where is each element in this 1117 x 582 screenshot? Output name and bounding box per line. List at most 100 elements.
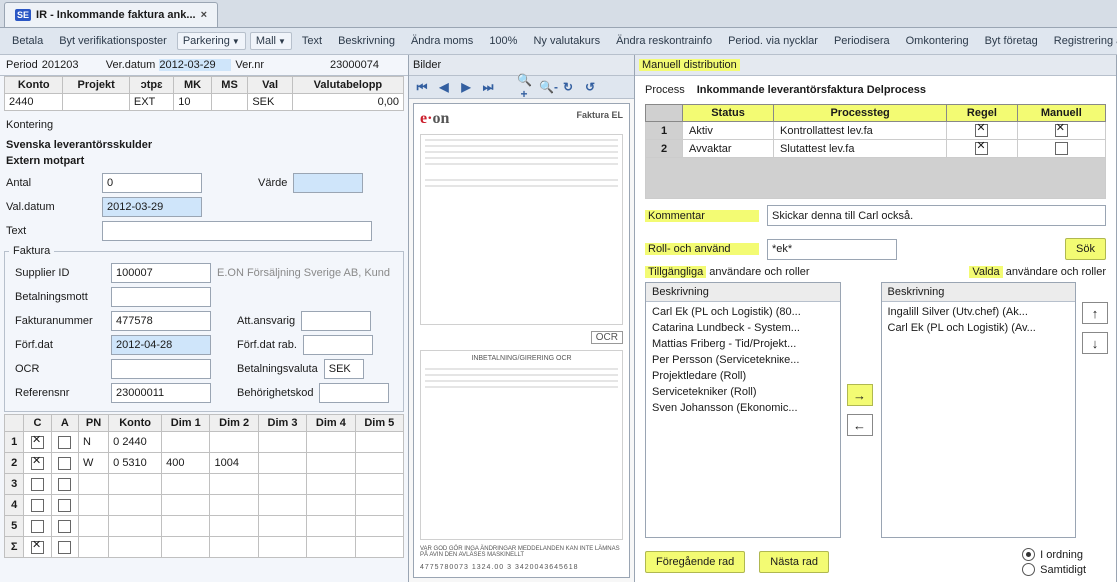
invoice-preview[interactable]: e·on Faktura EL OCR INBETALNING/GIRERING… (413, 103, 630, 578)
menu-registrering-av-doku[interactable]: Registrering av doku (1048, 32, 1117, 50)
ref-field[interactable]: 23000011 (111, 383, 211, 403)
list-item[interactable]: Mattias Friberg - Tid/Projekt... (646, 336, 840, 352)
list-item[interactable]: Carl Ek (PL och Logistik) (80... (646, 304, 840, 320)
move-up-button[interactable]: ↑ (1082, 302, 1108, 324)
next-row-button[interactable]: Nästa rad (759, 551, 829, 573)
list-item[interactable]: Carl Ek (PL och Logistik) (Av... (882, 320, 1076, 336)
menu-100-[interactable]: 100% (483, 32, 523, 50)
forfrab-field[interactable] (303, 335, 373, 355)
list-item[interactable]: Per Persson (Servicetekniке... (646, 352, 840, 368)
checkbox[interactable] (1055, 142, 1068, 155)
move-down-button[interactable]: ↓ (1082, 332, 1108, 354)
rotate-right-icon[interactable]: ↻ (561, 80, 575, 94)
prev-icon[interactable]: ◀ (437, 80, 451, 94)
zoom-out-icon[interactable]: 🔍- (539, 80, 553, 94)
konto-cell-otp[interactable]: EXT (129, 94, 173, 111)
step-row[interactable]: 2AvvaktarSlutattest lev.fa (646, 140, 1106, 158)
menu--ndra-reskontrainfo[interactable]: Ändra reskontrainfo (610, 32, 718, 50)
checkbox[interactable] (1055, 124, 1068, 137)
table-row[interactable]: 2W0 53104001004 (5, 453, 404, 474)
ref-label: Referensnr (15, 387, 105, 399)
valdatum-field[interactable]: 2012-03-29 (102, 197, 202, 217)
last-icon[interactable]: ⏭ (481, 80, 495, 95)
konto-cell-ms[interactable] (211, 94, 248, 111)
checkbox[interactable] (31, 520, 44, 533)
menu-mall[interactable]: Mall▼ (250, 32, 292, 50)
checkbox[interactable] (975, 124, 988, 137)
invoice-logo: e·on (420, 110, 449, 128)
betval-field[interactable]: SEK (324, 359, 364, 379)
checkbox[interactable] (58, 520, 71, 533)
checkbox[interactable] (31, 478, 44, 491)
list-item[interactable]: Projektledare (Roll) (646, 368, 840, 384)
forf-field[interactable]: 2012-04-28 (111, 335, 211, 355)
ocr-field[interactable] (111, 359, 211, 379)
vernr-field[interactable]: 23000074 (330, 59, 402, 71)
konto-cell-belopp[interactable]: 0,00 (292, 94, 403, 111)
period-field[interactable]: 201203 (42, 59, 102, 71)
menu-periodisera[interactable]: Periodisera (828, 32, 896, 50)
betmott-field[interactable] (111, 287, 211, 307)
prev-row-button[interactable]: Föregående rad (645, 551, 745, 573)
attansv-field[interactable] (301, 311, 371, 331)
konto-cell-projekt[interactable] (63, 94, 129, 111)
available-list[interactable]: Beskrivning Carl Ek (PL och Logistik) (8… (645, 282, 841, 538)
checkbox[interactable] (31, 436, 44, 449)
roll-field[interactable]: *ek* (767, 239, 897, 260)
ordning-radio[interactable]: I ordning (1022, 548, 1086, 561)
window-tab[interactable]: SE IR - Inkommande faktura ank... × (4, 2, 218, 27)
lines-grid[interactable]: CAPNKontoDim 1Dim 2Dim 3Dim 4Dim 5 1N0 2… (4, 414, 404, 558)
betmott-label: Betalningsmott (15, 291, 105, 303)
checkbox[interactable] (58, 457, 71, 470)
text-field[interactable] (102, 221, 372, 241)
verdatum-field[interactable]: 2012-03-29 (159, 59, 231, 71)
list-item[interactable]: Servicetekniker (Roll) (646, 384, 840, 400)
varde-field[interactable] (293, 173, 363, 193)
sok-button[interactable]: Sök (1065, 238, 1106, 260)
list-item[interactable]: Sven Johansson (Ekonomic... (646, 400, 840, 416)
konto-cell-val[interactable]: SEK (248, 94, 292, 111)
checkbox[interactable] (975, 142, 988, 155)
table-row[interactable]: 4 (5, 495, 404, 516)
menu-byt-f-retag[interactable]: Byt företag (979, 32, 1044, 50)
rotate-left-icon[interactable]: ↺ (583, 80, 597, 94)
next-icon[interactable]: ▶ (459, 80, 473, 94)
step-row[interactable]: 1AktivKontrollattest lev.fa (646, 122, 1106, 140)
checkbox[interactable] (58, 436, 71, 449)
menu-omkontering[interactable]: Omkontering (900, 32, 975, 50)
move-right-button[interactable]: → (847, 384, 873, 406)
checkbox[interactable] (31, 499, 44, 512)
process-steps-grid[interactable]: Status Processteg Regel Manuell 1AktivKo… (645, 104, 1106, 158)
kommentar-field[interactable]: Skickar denna till Carl också. (767, 205, 1106, 226)
menu-parkering[interactable]: Parkering▼ (177, 32, 246, 50)
checkbox[interactable] (31, 457, 44, 470)
checkbox[interactable] (58, 499, 71, 512)
supplier-field[interactable]: 100007 (111, 263, 211, 283)
menu-byt-verifikationsposter[interactable]: Byt verifikationsposter (53, 32, 173, 50)
beh-field[interactable] (319, 383, 389, 403)
roll-label: Roll- och använd (645, 243, 759, 255)
table-row[interactable]: 5 (5, 516, 404, 537)
menu-period-via-nycklar[interactable]: Period. via nycklar (722, 32, 824, 50)
konto-cell-mk[interactable]: 10 (174, 94, 211, 111)
menu-beskrivning[interactable]: Beskrivning (332, 32, 401, 50)
move-left-button[interactable]: ← (847, 414, 873, 436)
samtidigt-radio[interactable]: Samtidigt (1022, 563, 1086, 576)
checkbox[interactable] (58, 478, 71, 491)
antal-field[interactable]: 0 (102, 173, 202, 193)
list-item[interactable]: Ingalill Silver (Utv.chef) (Ak... (882, 304, 1076, 320)
faktnr-field[interactable]: 477578 (111, 311, 211, 331)
first-icon[interactable]: ⏮ (415, 80, 429, 95)
zoom-in-icon[interactable]: 🔍+ (517, 73, 531, 101)
close-icon[interactable]: × (201, 9, 207, 21)
konto-cell-konto[interactable]: 2440 (5, 94, 63, 111)
vernr-label: Ver.nr (235, 59, 264, 71)
menu-ny-valutakurs[interactable]: Ny valutakurs (527, 32, 606, 50)
menu-betala[interactable]: Betala (6, 32, 49, 50)
table-row[interactable]: 1N0 2440 (5, 432, 404, 453)
selected-list[interactable]: Beskrivning Ingalill Silver (Utv.chef) (… (881, 282, 1077, 538)
menu-text[interactable]: Text (296, 32, 328, 50)
menu--ndra-moms[interactable]: Ändra moms (405, 32, 479, 50)
table-row[interactable]: 3 (5, 474, 404, 495)
list-item[interactable]: Catarina Lundbeck - System... (646, 320, 840, 336)
